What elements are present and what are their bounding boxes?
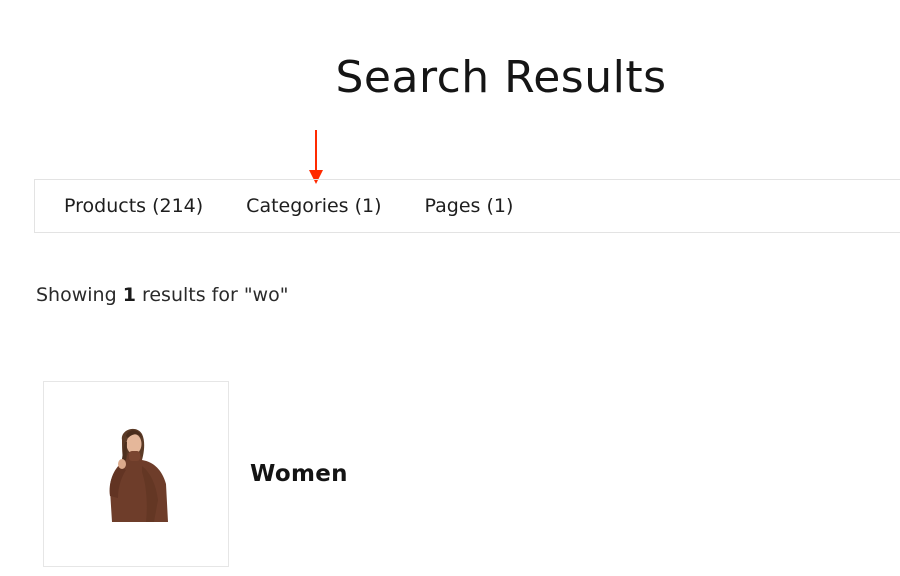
summary-prefix: Showing — [36, 284, 123, 306]
annotation-arrow-icon — [309, 130, 323, 184]
category-name[interactable]: Women — [250, 461, 348, 487]
page-title: Search Results — [335, 52, 667, 103]
tab-pages[interactable]: Pages (1) — [425, 179, 514, 233]
woman-model-image — [109, 428, 168, 522]
summary-suffix: results for "wo" — [135, 284, 289, 306]
results-summary: Showing 1 results for "wo" — [36, 282, 288, 308]
tab-products[interactable]: Products (214) — [64, 179, 203, 233]
search-tabs: Products (214) Categories (1) Pages (1) — [34, 179, 900, 233]
category-result[interactable]: Women — [43, 380, 563, 568]
tab-categories[interactable]: Categories (1) — [246, 179, 381, 233]
category-thumbnail[interactable] — [43, 381, 229, 567]
search-results-page: Search Results Products (214) Categories… — [0, 0, 900, 576]
summary-count: 1 — [122, 284, 136, 306]
